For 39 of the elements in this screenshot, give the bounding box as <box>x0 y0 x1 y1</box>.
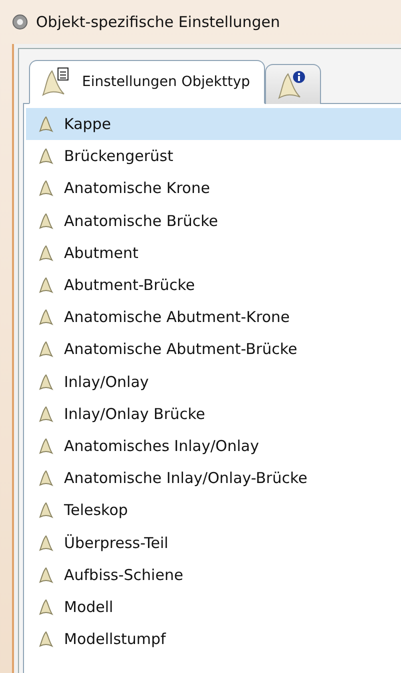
tooth-icon <box>36 210 56 231</box>
tooth-icon <box>36 468 56 488</box>
list-item[interactable]: Anatomische Krone <box>26 172 401 205</box>
list-item[interactable]: Anatomische Abutment-Krone <box>26 301 401 334</box>
list-item[interactable]: Abutment-Brücke <box>26 268 401 302</box>
cone-document-icon <box>40 67 70 97</box>
list-item[interactable]: Anatomische Abutment-Brücke <box>26 333 401 366</box>
list-item[interactable]: Anatomische Brücke <box>26 204 401 237</box>
list-item[interactable]: Modellstumpf <box>26 623 401 656</box>
tooth-icon <box>36 146 56 166</box>
list-item[interactable]: Abutment <box>26 236 401 269</box>
list-item[interactable]: Anatomische Inlay/Onlay-Brücke <box>26 462 401 494</box>
list-item[interactable]: Brückengerüst <box>26 140 401 172</box>
tooth-icon <box>36 404 56 424</box>
tooth-icon <box>36 242 56 263</box>
list-item[interactable]: Teleskop <box>26 494 401 526</box>
list-item[interactable]: Überpress-Teil <box>26 526 401 559</box>
tooth-icon <box>36 275 56 296</box>
window-title: Objekt-spezifische Einstellungen <box>36 13 280 31</box>
tab[interactable]: Einstellungen Objekttyp <box>29 60 266 104</box>
list-item[interactable]: Aufbiss-Schiene <box>26 558 401 591</box>
list-item[interactable]: Kappe <box>26 108 401 140</box>
cone-info-icon <box>276 70 306 100</box>
tooth-icon <box>36 178 56 198</box>
tooth-icon <box>36 114 56 134</box>
list-item[interactable]: Inlay/Onlay Brücke <box>26 398 401 430</box>
tooth-icon <box>36 339 56 360</box>
list-item[interactable]: Inlay/Onlay <box>26 366 401 398</box>
tooth-icon <box>36 564 56 585</box>
tooth-icon <box>36 629 56 650</box>
tooth-icon <box>36 307 56 328</box>
tooth-icon <box>36 596 56 617</box>
tooth-icon <box>36 532 56 553</box>
tooth-icon <box>36 500 56 520</box>
list-item[interactable]: Modell <box>26 590 401 623</box>
tab[interactable] <box>265 64 322 104</box>
tooth-icon <box>36 436 56 456</box>
tooth-icon <box>36 372 56 392</box>
list-item[interactable]: Anatomisches Inlay/Onlay <box>26 430 401 462</box>
